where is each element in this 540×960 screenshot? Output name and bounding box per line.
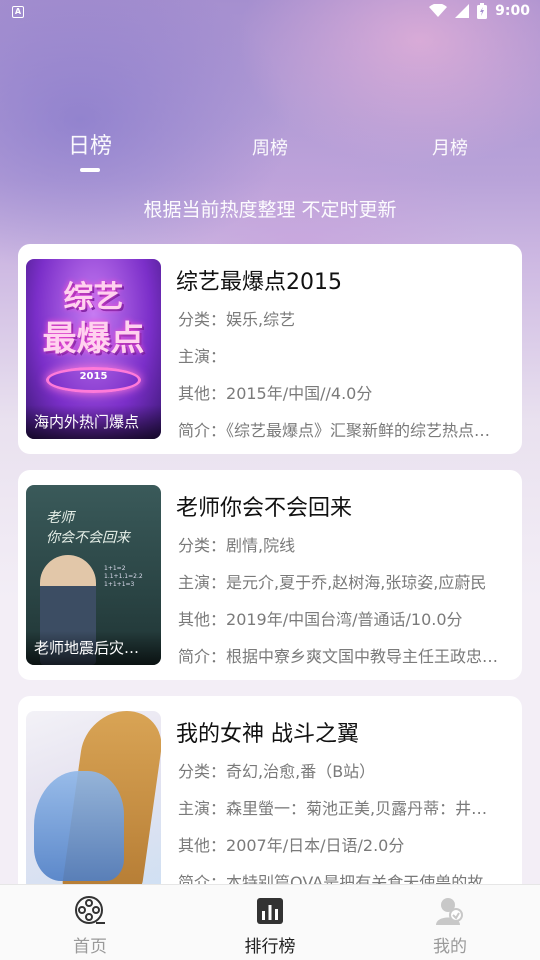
- nav-ranking[interactable]: 排行榜: [180, 885, 360, 960]
- cast-label: 主演：: [178, 347, 227, 366]
- category-label: 分类：: [178, 310, 227, 329]
- cast-label: 主演：: [178, 799, 227, 818]
- nav-ranking-label: 排行榜: [244, 937, 296, 957]
- intro-value: 根据中寮乡爽文国中教导主任王政忠的故事改编: [226, 647, 500, 666]
- tab-monthly[interactable]: 月榜: [432, 134, 468, 160]
- tab-daily[interactable]: 日榜: [68, 128, 112, 160]
- poster-image: 老师 你会不会回来 1+1=2 1.1+1.1=2.2 1+1+1=3 老师地震后灾区…: [26, 485, 161, 665]
- status-bar: A 9:00: [0, 0, 540, 24]
- item-intro: 简介：《综艺最爆点》汇聚新鲜的综艺热点资讯: [178, 417, 500, 441]
- battery-icon: [477, 3, 488, 19]
- poster-art-board: 1+1=2 1.1+1.1=2.2 1+1+1=3: [104, 565, 143, 588]
- status-time: 9:00: [495, 3, 530, 19]
- category-value: 剧情,院线: [226, 536, 296, 555]
- other-value: 2019年/中国台湾/普通话/10.0分: [226, 610, 463, 629]
- signal-icon: [455, 4, 470, 18]
- other-label: 其他：: [178, 610, 227, 629]
- nav-home[interactable]: 首页: [0, 885, 180, 960]
- poster-art-title-2: 最爆点: [42, 319, 145, 359]
- other-value: 2007年/日本/日语/2.0分: [226, 836, 405, 855]
- cast-value: 是元介,夏于乔,赵树海,张琼姿,应蔚民: [226, 573, 487, 592]
- intro-value: 《综艺最爆点》汇聚新鲜的综艺热点资讯: [226, 421, 500, 440]
- item-title: 我的女神 战斗之翼: [176, 722, 359, 747]
- cast-value: 森里螢一：菊池正美,贝露丹蒂：井上喜久子: [226, 799, 500, 818]
- cast-label: 主演：: [178, 573, 227, 592]
- bottom-navigation: 首页 排行榜 我的: [0, 884, 540, 960]
- poster-art-figure: [34, 771, 124, 881]
- active-tab-indicator: [80, 168, 100, 172]
- item-other: 其他：2007年/日本/日语/2.0分: [178, 832, 500, 856]
- poster-art-title: 老师 你会不会回来: [46, 510, 130, 546]
- item-intro: 简介：根据中寮乡爽文国中教导主任王政忠的故事改编: [178, 643, 500, 667]
- list-item[interactable]: 老师 你会不会回来 1+1=2 1.1+1.1=2.2 1+1+1=3 老师地震后灾区…: [18, 470, 522, 680]
- other-label: 其他：: [178, 836, 227, 855]
- intro-label: 简介：: [178, 421, 227, 440]
- item-cast: 主演：: [178, 343, 500, 367]
- item-category: 分类：娱乐,综艺: [178, 306, 500, 330]
- item-other: 其他：2019年/中国台湾/普通话/10.0分: [178, 606, 500, 630]
- category-value: 娱乐,综艺: [226, 310, 296, 329]
- other-value: 2015年/中国//4.0分: [226, 384, 373, 403]
- item-title: 老师你会不会回来: [176, 496, 353, 521]
- ranking-subtitle: 根据当前热度整理 不定时更新: [143, 199, 397, 221]
- poster-caption: 老师地震后灾区支教: [26, 631, 161, 665]
- item-other: 其他：2015年/中国//4.0分: [178, 380, 500, 404]
- app-notification-icon: A: [12, 6, 24, 18]
- nav-mine[interactable]: 我的: [360, 885, 540, 960]
- poster-caption: 海内外热门爆点: [26, 405, 161, 439]
- item-category: 分类：剧情,院线: [178, 532, 500, 556]
- item-cast: 主演：是元介,夏于乔,赵树海,张琼姿,应蔚民: [178, 569, 500, 593]
- category-label: 分类：: [178, 536, 227, 555]
- wifi-icon: [429, 4, 448, 17]
- poster-image: [26, 711, 161, 891]
- category-value: 奇幻,治愈,番（B站）: [226, 762, 376, 781]
- poster-image: 综艺 最爆点 2015 海内外热门爆点: [26, 259, 161, 439]
- status-right-group: 9:00: [429, 3, 530, 19]
- other-label: 其他：: [178, 384, 227, 403]
- list-item[interactable]: 综艺 最爆点 2015 海内外热门爆点 综艺最爆点2015 分类：娱乐,综艺 主…: [18, 244, 522, 454]
- poster-art-year: 2015: [79, 371, 108, 382]
- intro-label: 简介：: [178, 647, 227, 666]
- category-label: 分类：: [178, 762, 227, 781]
- ranking-chart-icon: [257, 898, 283, 924]
- ranking-list: 综艺 最爆点 2015 海内外热门爆点 综艺最爆点2015 分类：娱乐,综艺 主…: [18, 244, 522, 922]
- poster-art-title: 综艺: [63, 280, 124, 315]
- item-title: 综艺最爆点2015: [176, 270, 342, 295]
- ranking-tabs: 日榜 周榜 月榜: [0, 128, 540, 178]
- profile-icon: [436, 898, 463, 925]
- list-item[interactable]: 我的女神 战斗之翼 分类：奇幻,治愈,番（B站） 主演：森里螢一：菊池正美,贝露…: [18, 696, 522, 906]
- nav-home-label: 首页: [73, 937, 107, 957]
- item-cast: 主演：森里螢一：菊池正美,贝露丹蒂：井上喜久子: [178, 795, 500, 819]
- film-reel-icon: [75, 896, 105, 924]
- tab-weekly[interactable]: 周榜: [252, 134, 288, 160]
- item-category: 分类：奇幻,治愈,番（B站）: [178, 758, 500, 782]
- nav-mine-label: 我的: [433, 937, 467, 957]
